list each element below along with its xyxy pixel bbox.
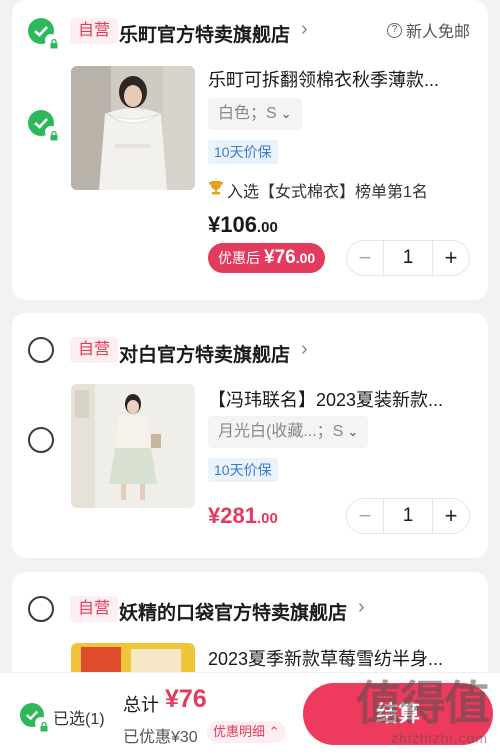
product-image[interactable] <box>71 66 195 190</box>
shop-name[interactable]: 乐町官方特卖旗舰店 <box>119 20 290 47</box>
quantity-stepper[interactable]: − 1 + <box>346 498 470 534</box>
product-title[interactable]: 2023夏季新款草莓雪纺半身... <box>208 645 470 671</box>
product-price: ¥281.00 <box>208 503 278 528</box>
item-checkbox-2[interactable] <box>28 427 54 453</box>
chevron-right-icon[interactable]: › <box>358 596 365 619</box>
self-operated-tag: 自营 <box>70 18 119 44</box>
product-price: ¥106.00 <box>208 212 278 237</box>
quantity-stepper[interactable]: − 1 + <box>346 240 470 276</box>
self-operated-tag: 自营 <box>70 337 119 363</box>
trophy-icon <box>208 179 224 201</box>
selected-count: 已选(1) <box>53 711 105 728</box>
chevron-down-icon: ⌄ <box>347 424 359 439</box>
total-label: 总计 <box>123 695 159 715</box>
shop-name[interactable]: 对白官方特卖旗舰店 <box>119 340 290 367</box>
increase-button[interactable]: + <box>433 499 469 533</box>
question-icon: ? <box>386 22 402 38</box>
select-all-checkbox[interactable] <box>20 703 48 732</box>
lock-icon <box>45 126 58 141</box>
product-title[interactable]: 乐町可拆翻领棉衣秋季薄款... <box>208 66 470 92</box>
shop-checkbox-2[interactable] <box>28 337 54 363</box>
chevron-right-icon[interactable]: › <box>301 18 308 41</box>
total-value: ¥76 <box>165 685 207 713</box>
item-checkbox-1[interactable] <box>28 110 58 141</box>
shop-checkbox-1[interactable] <box>28 18 58 49</box>
watermark-logo: 值得值 zhizhizhi.com <box>356 677 490 746</box>
price-protection-badge: 10天价保 <box>208 140 278 164</box>
lock-icon <box>35 717 48 732</box>
shop-card-1: 自营 乐町官方特卖旗舰店 › ? 新人免邮 乐町可拆翻领棉衣秋季薄款... 白色… <box>12 0 488 300</box>
sku-selector[interactable]: 白色；S ⌄ <box>208 98 302 130</box>
shop-card-2: 自营 对白官方特卖旗舰店 › 【冯玮联名】2023夏装新款... 月光白(收藏.… <box>12 313 488 558</box>
chevron-down-icon: ⌄ <box>280 106 292 121</box>
discount-detail-button[interactable]: 优惠明细 ⌃ <box>207 721 286 743</box>
product-image[interactable] <box>71 384 195 508</box>
quantity-value[interactable]: 1 <box>383 241 433 275</box>
new-user-free-shipping-link[interactable]: ? 新人免邮 <box>386 18 470 42</box>
ranking-line[interactable]: 入选【女式棉衣】榜单第1名 <box>208 178 428 202</box>
increase-button[interactable]: + <box>433 241 469 275</box>
saved-amount: 已优惠¥30 <box>123 729 198 746</box>
sku-selector[interactable]: 月光白(收藏...；S ⌄ <box>208 416 369 448</box>
price-protection-badge: 10天价保 <box>208 458 278 482</box>
shop-name[interactable]: 妖精的口袋官方特卖旗舰店 <box>119 598 347 625</box>
lock-icon <box>45 34 58 49</box>
chevron-up-icon: ⌃ <box>268 724 280 739</box>
quantity-value[interactable]: 1 <box>383 499 433 533</box>
decrease-button[interactable]: − <box>347 241 383 275</box>
chevron-right-icon[interactable]: › <box>301 338 308 361</box>
product-title[interactable]: 【冯玮联名】2023夏装新款... <box>208 386 470 412</box>
decrease-button[interactable]: − <box>347 499 383 533</box>
discounted-price-pill: 优惠后 ¥76.00 <box>208 243 326 273</box>
self-operated-tag: 自营 <box>70 596 119 622</box>
shop-checkbox-3[interactable] <box>28 596 54 622</box>
